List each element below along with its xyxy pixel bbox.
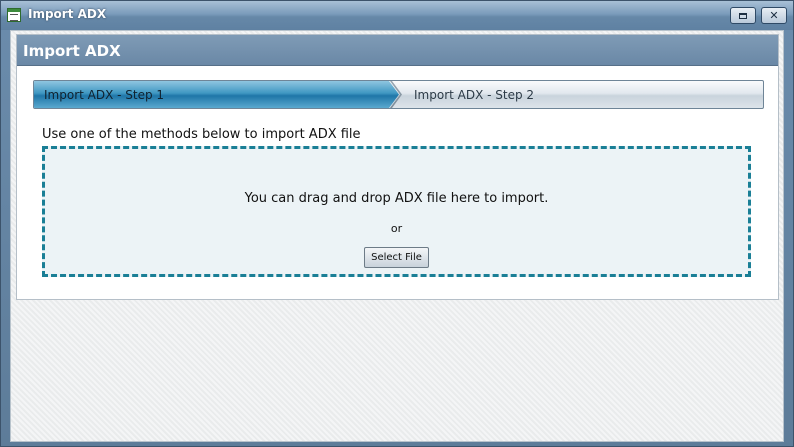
drop-zone[interactable]: You can drag and drop ADX file here to i… bbox=[42, 146, 751, 277]
import-panel: Import ADX Import ADX - Step 1 Import AD… bbox=[16, 34, 779, 300]
wizard-step-2-label[interactable]: Import ADX - Step 2 bbox=[414, 88, 534, 102]
or-separator: or bbox=[390, 222, 403, 235]
panel-title: Import ADX bbox=[23, 42, 121, 60]
close-button[interactable]: ✕ bbox=[761, 7, 787, 24]
maximize-icon bbox=[739, 12, 747, 19]
client-area: Import ADX Import ADX - Step 1 Import AD… bbox=[10, 30, 784, 442]
app-window-icon bbox=[7, 8, 21, 22]
close-icon: ✕ bbox=[769, 9, 779, 22]
wizard-step-1-label: Import ADX - Step 1 bbox=[44, 88, 165, 102]
window-title: Import ADX bbox=[28, 7, 107, 21]
panel-header: Import ADX bbox=[17, 35, 778, 66]
wizard-steps: Import ADX - Step 1 Import ADX - Step 2 bbox=[33, 80, 764, 109]
import-instructions: Use one of the methods below to import A… bbox=[42, 127, 361, 142]
import-adx-window: Import ADX ✕ Import ADX Import ADX - Ste… bbox=[0, 0, 794, 447]
title-bar[interactable]: Import ADX ✕ bbox=[1, 1, 793, 30]
maximize-button[interactable] bbox=[730, 7, 756, 24]
drop-zone-text: You can drag and drop ADX file here to i… bbox=[244, 191, 549, 206]
select-file-button[interactable]: Select File bbox=[364, 247, 429, 268]
